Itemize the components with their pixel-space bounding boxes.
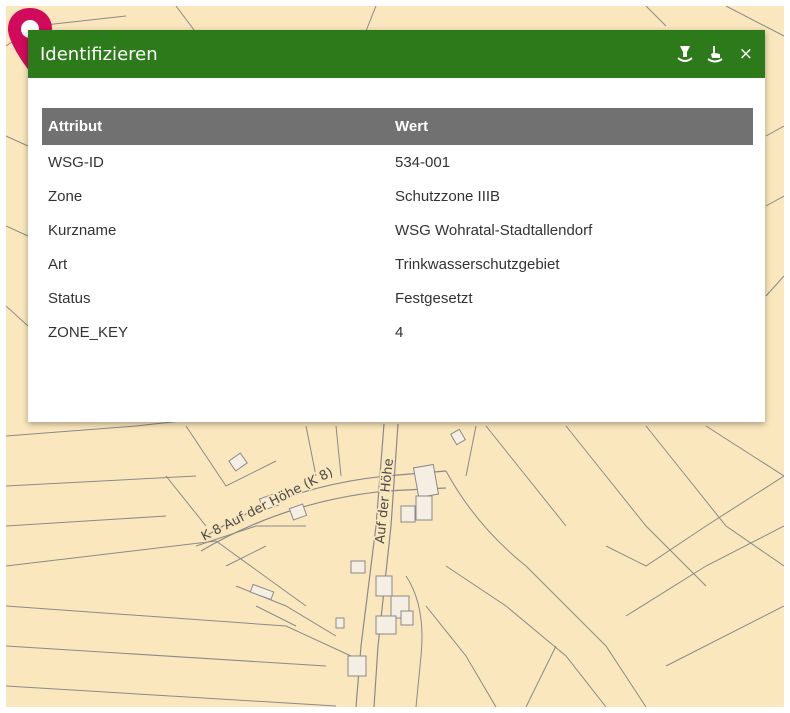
table-row: Kurzname WSG Wohratal-Stadtallendorf: [42, 213, 753, 247]
table-row: Art Trinkwasserschutzgebiet: [42, 247, 753, 281]
close-button[interactable]: ×: [737, 43, 753, 64]
pin-down-button[interactable]: [677, 45, 693, 63]
panel-header-tools: ×: [677, 45, 753, 63]
pin-pointer-button[interactable]: [707, 45, 723, 63]
attribute-name: Art: [48, 255, 68, 273]
table-row: WSG-ID 534-001: [42, 145, 753, 179]
attribute-value: Festgesetzt: [395, 289, 473, 307]
table-header-row: Attribut Wert: [42, 108, 753, 145]
column-header-attribut: Attribut: [42, 108, 389, 145]
attribute-value: 534-001: [395, 153, 451, 171]
attribute-value: WSG Wohratal-Stadtallendorf: [395, 221, 593, 239]
street-label-auf-der-hoehe: Auf der Höhe: [373, 458, 397, 545]
attribute-name: ZONE_KEY: [48, 323, 129, 341]
identify-panel: Identifizieren × Attribut Wert WSG-ID 53…: [28, 30, 765, 422]
close-icon: ×: [738, 43, 753, 64]
column-header-wert: Wert: [389, 108, 753, 145]
attribute-value: Schutzzone IIIB: [395, 187, 501, 205]
panel-header: Identifizieren ×: [28, 30, 765, 78]
attribute-name: Zone: [48, 187, 83, 205]
attribute-table: Attribut Wert WSG-ID 534-001 Zone Schutz…: [42, 108, 753, 349]
table-row: Status Festgesetzt: [42, 281, 753, 315]
attribute-name: WSG-ID: [48, 153, 104, 171]
attribute-value: 4: [395, 323, 404, 341]
panel-title: Identifizieren: [40, 43, 158, 65]
table-row: ZONE_KEY 4: [42, 315, 753, 349]
attribute-value: Trinkwasserschutzgebiet: [395, 255, 560, 273]
pin-pointer-icon: [707, 46, 723, 63]
pin-down-icon: [677, 46, 693, 62]
attribute-name: Kurzname: [48, 221, 117, 239]
attribute-name: Status: [48, 289, 91, 307]
table-row: Zone Schutzzone IIIB: [42, 179, 753, 213]
